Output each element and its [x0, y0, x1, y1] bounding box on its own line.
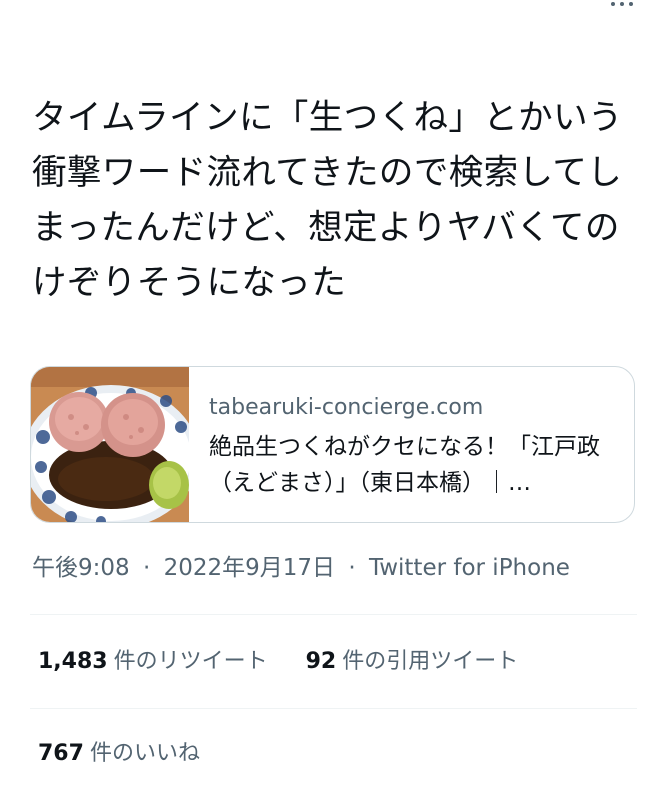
likes-stat[interactable]: 767 件のいいね [38, 739, 200, 769]
retweets-label: 件のリツイート [113, 649, 268, 674]
link-preview-card[interactable]: tabearuki-concierge.com 絶品生つくねがクセになる！「江戸… [30, 366, 635, 523]
tweet-metadata: 午後9:08 · 2022年9月17日 · Twitter for iPhone [32, 553, 570, 583]
likes-count: 767 [38, 741, 84, 766]
stats-row-likes: 767 件のいいね [38, 739, 200, 769]
raw-tsukune-photo-icon [31, 367, 189, 522]
stats-row-shares: 1,483 件のリツイート 92 件の引用ツイート [38, 647, 518, 677]
tweet-client[interactable]: Twitter for iPhone [369, 555, 570, 581]
meta-separator: · [348, 555, 356, 581]
tweet-time[interactable]: 午後9:08 [32, 555, 130, 581]
card-domain: tabearuki-concierge.com [209, 395, 484, 420]
meta-separator: · [142, 555, 151, 581]
divider [30, 708, 637, 709]
retweets-count: 1,483 [38, 649, 108, 674]
tweet-date[interactable]: 2022年9月17日 [164, 555, 335, 581]
retweets-stat[interactable]: 1,483 件のリツイート [38, 647, 268, 677]
divider [30, 614, 637, 615]
tweet-text: タイムラインに「生つくね」とかいう衝撃ワード流れてきたので検索してしまったんだけ… [32, 98, 623, 303]
quotes-label: 件の引用ツイート [342, 649, 519, 674]
card-thumbnail-image [31, 367, 189, 522]
likes-label: 件のいいね [89, 741, 200, 766]
quotes-count: 92 [305, 649, 337, 674]
card-title: 絶品生つくねがクセになる！「江戸政（えどまさ）」（東日本橋）｜… [209, 434, 600, 496]
more-options-icon[interactable] [607, 0, 637, 8]
quote-tweets-stat[interactable]: 92 件の引用ツイート [306, 647, 519, 677]
